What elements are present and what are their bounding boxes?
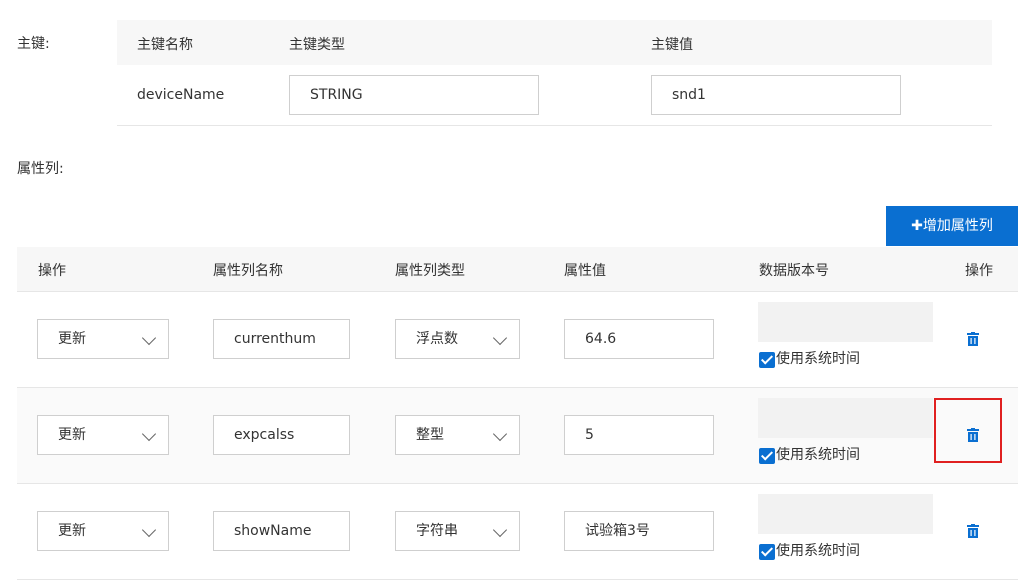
attr-value-field[interactable]: 64.6	[564, 319, 714, 359]
header-key-type: 主键类型	[289, 37, 345, 53]
attr-type-select[interactable]: 整型	[395, 415, 520, 455]
attr-value-field[interactable]: 试验箱3号	[564, 511, 714, 551]
chevron-down-icon	[492, 426, 508, 442]
header-data-version: 数据版本号	[759, 263, 829, 279]
operation-value: 更新	[58, 331, 86, 347]
use-system-time-checkbox[interactable]	[759, 544, 775, 560]
highlight-box	[934, 398, 1002, 463]
header-attr-type: 属性列类型	[395, 263, 465, 279]
attr-name-field[interactable]: showName	[213, 511, 350, 551]
operation-select[interactable]: 更新	[37, 415, 169, 455]
attr-type-select[interactable]: 浮点数	[395, 319, 520, 359]
attributes-header: 操作 属性列名称 属性列类型 属性值 数据版本号 操作	[17, 247, 1018, 292]
chevron-down-icon	[141, 426, 157, 442]
chevron-down-icon	[141, 522, 157, 538]
attr-type-value: 浮点数	[416, 331, 458, 347]
attr-type-value: 字符串	[416, 523, 458, 539]
attr-name-field[interactable]: expcalss	[213, 415, 350, 455]
operation-value: 更新	[58, 427, 86, 443]
key-value-field[interactable]: snd1	[651, 75, 901, 115]
use-system-time-label: 使用系统时间	[776, 351, 860, 367]
chevron-down-icon	[141, 330, 157, 346]
use-system-time-label: 使用系统时间	[776, 543, 860, 559]
header-operation: 操作	[38, 263, 66, 279]
primary-key-row: deviceName STRING snd1	[117, 65, 992, 126]
table-row: 更新 expcalss 整型 5 使用系统时间	[17, 388, 1018, 484]
operation-select[interactable]: 更新	[37, 319, 169, 359]
attr-value-field[interactable]: 5	[564, 415, 714, 455]
header-key-value: 主键值	[651, 37, 693, 53]
attr-name-field[interactable]: currenthum	[213, 319, 350, 359]
trash-icon[interactable]	[967, 332, 979, 346]
primary-key-label: 主键:	[17, 36, 50, 52]
operation-select[interactable]: 更新	[37, 511, 169, 551]
attr-type-value: 整型	[416, 427, 444, 443]
key-type-field[interactable]: STRING	[289, 75, 539, 115]
header-attr-value: 属性值	[564, 263, 606, 279]
chevron-down-icon	[492, 522, 508, 538]
primary-key-header: 主键名称 主键类型 主键值	[117, 20, 992, 65]
version-field[interactable]	[758, 494, 933, 534]
attr-type-select[interactable]: 字符串	[395, 511, 520, 551]
table-row: 更新 currenthum 浮点数 64.6 使用系统时间	[17, 292, 1018, 388]
add-attribute-button[interactable]: ✚增加属性列	[886, 206, 1018, 246]
operation-value: 更新	[58, 523, 86, 539]
version-field[interactable]	[758, 398, 933, 438]
use-system-time-checkbox[interactable]	[759, 448, 775, 464]
use-system-time-checkbox[interactable]	[759, 352, 775, 368]
attributes-label: 属性列:	[17, 161, 64, 177]
header-attr-name: 属性列名称	[213, 263, 283, 279]
header-key-name: 主键名称	[137, 37, 193, 53]
header-action: 操作	[965, 263, 993, 279]
chevron-down-icon	[492, 330, 508, 346]
key-name: deviceName	[137, 87, 225, 103]
trash-icon[interactable]	[967, 524, 979, 538]
version-field[interactable]	[758, 302, 933, 342]
use-system-time-label: 使用系统时间	[776, 447, 860, 463]
